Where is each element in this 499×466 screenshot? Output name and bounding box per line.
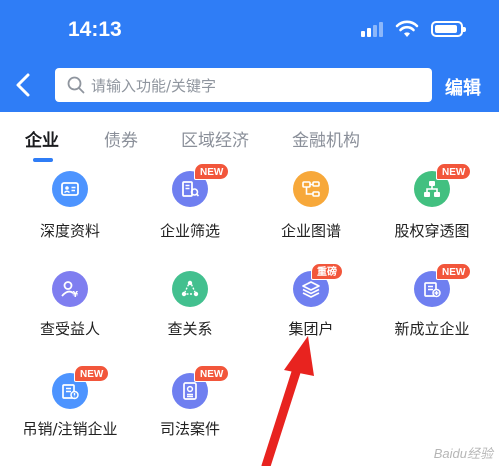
feature-label: 企业图谱 bbox=[280, 222, 341, 240]
new-badge: NEW bbox=[436, 163, 472, 180]
new-badge: NEW bbox=[74, 365, 110, 382]
search-icon bbox=[67, 76, 85, 94]
feature-beneficiary[interactable]: ¥ 查受益人 bbox=[8, 262, 132, 352]
feature-revoked-company[interactable]: NEW 吊销/注销企业 bbox=[8, 364, 132, 454]
graph-map-icon bbox=[293, 171, 329, 207]
profile-card-icon bbox=[52, 171, 88, 207]
new-badge: NEW bbox=[194, 163, 230, 180]
feature-enterprise-filter[interactable]: NEW 企业筛选 bbox=[128, 162, 252, 252]
feature-label: 企业筛选 bbox=[159, 222, 220, 240]
feature-label: 吊销/注销企业 bbox=[22, 420, 118, 438]
feature-label: 查关系 bbox=[167, 320, 213, 338]
search-placeholder: 请输入功能/关键字 bbox=[91, 76, 217, 95]
feature-label: 查受益人 bbox=[39, 320, 100, 338]
tab-enterprise[interactable]: 企业 bbox=[25, 126, 59, 151]
back-arrow-icon[interactable] bbox=[12, 68, 36, 102]
feature-legal-case[interactable]: NEW 司法案件 bbox=[128, 364, 252, 454]
cellular-signal-icon bbox=[361, 21, 383, 37]
category-tabs: 企业 债券 区域经济 金融机构 bbox=[0, 126, 499, 162]
relationship-icon bbox=[172, 271, 208, 307]
beneficiary-icon: ¥ bbox=[52, 271, 88, 307]
edit-button[interactable]: 编辑 bbox=[445, 74, 481, 100]
status-icons bbox=[361, 20, 466, 38]
wifi-icon bbox=[395, 20, 419, 37]
feature-new-company[interactable]: NEW 新成立企业 bbox=[370, 262, 494, 352]
new-badge: NEW bbox=[194, 365, 230, 382]
status-time: 14:13 bbox=[68, 18, 122, 41]
feature-label: 新成立企业 bbox=[394, 320, 470, 338]
feature-deep-profile[interactable]: 深度资料 bbox=[8, 162, 132, 252]
feature-equity-penetration[interactable]: NEW 股权穿透图 bbox=[370, 162, 494, 252]
tab-regional-economy[interactable]: 区域经济 bbox=[181, 126, 249, 151]
watermark-logo: Baidu经验 bbox=[433, 446, 493, 461]
annotation-arrow-icon bbox=[261, 336, 314, 466]
search-input[interactable]: 请输入功能/关键字 bbox=[55, 68, 432, 102]
tab-bonds[interactable]: 债券 bbox=[104, 126, 138, 151]
new-badge: NEW bbox=[436, 263, 472, 280]
feature-relationship[interactable]: 查关系 bbox=[128, 262, 252, 352]
feature-enterprise-graph[interactable]: 企业图谱 bbox=[249, 162, 373, 252]
feature-label: 深度资料 bbox=[39, 222, 100, 240]
feature-label: 股权穿透图 bbox=[394, 222, 470, 240]
battery-icon bbox=[431, 21, 466, 37]
app-header: 14:13 请输入功能/关键字 编辑 bbox=[0, 0, 499, 112]
svg-text:¥: ¥ bbox=[73, 290, 79, 299]
featured-badge: 重磅 bbox=[311, 263, 343, 280]
feature-label: 司法案件 bbox=[159, 420, 220, 438]
tab-financial-institutions[interactable]: 金融机构 bbox=[292, 126, 360, 151]
